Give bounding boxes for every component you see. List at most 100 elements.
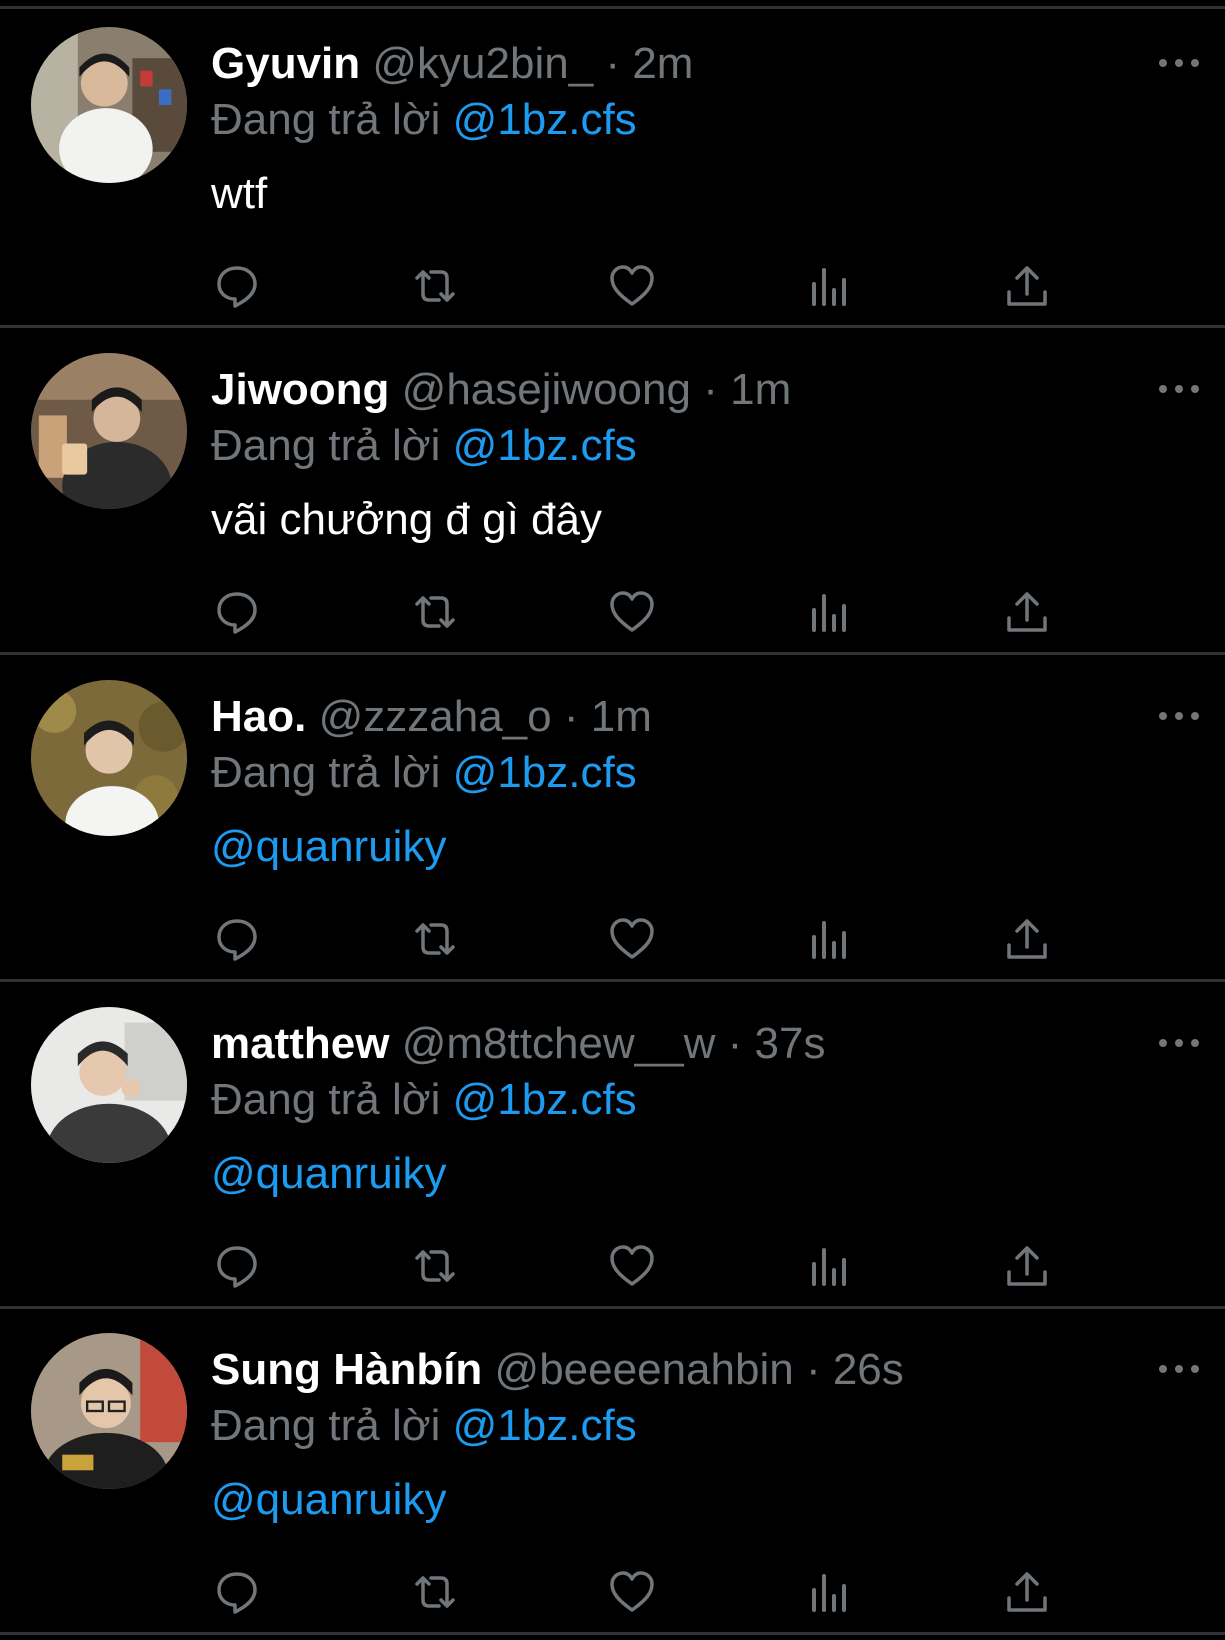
avatar[interactable] xyxy=(31,27,187,183)
timestamp[interactable]: 37s xyxy=(755,1019,826,1068)
tweet-actions xyxy=(0,909,1225,969)
views-button[interactable] xyxy=(800,909,860,969)
replying-to-mention[interactable]: @1bz.cfs xyxy=(453,1075,637,1124)
replying-to-mention[interactable]: @1bz.cfs xyxy=(453,1401,637,1450)
retweet-button[interactable] xyxy=(405,1236,465,1296)
like-icon xyxy=(610,1571,654,1612)
reply-feed: Gyuvin @kyu2bin_ · 2m Đang trả lời @1bz.… xyxy=(0,0,1225,1636)
share-icon xyxy=(1007,266,1047,306)
tweet-text-mention[interactable]: @quanruiky xyxy=(211,1474,446,1526)
views-button[interactable] xyxy=(800,582,860,642)
reply-icon xyxy=(217,1246,257,1288)
avatar[interactable] xyxy=(31,1007,187,1163)
views-button[interactable] xyxy=(800,256,860,316)
reply-button[interactable] xyxy=(207,582,267,642)
share-icon xyxy=(1007,1572,1047,1612)
timestamp[interactable]: 1m xyxy=(591,692,652,741)
share-button[interactable] xyxy=(997,582,1057,642)
more-options-button[interactable] xyxy=(1156,1354,1202,1384)
tweet-header: Hao. @zzzaha_o · 1m xyxy=(211,691,652,743)
retweet-icon xyxy=(415,1576,455,1608)
share-button[interactable] xyxy=(997,256,1057,316)
reply-button[interactable] xyxy=(207,256,267,316)
more-options-button[interactable] xyxy=(1156,701,1202,731)
timestamp[interactable]: 1m xyxy=(730,365,791,414)
timestamp[interactable]: 2m xyxy=(632,39,693,88)
retweet-button[interactable] xyxy=(405,1562,465,1622)
reply-button[interactable] xyxy=(207,909,267,969)
share-button[interactable] xyxy=(997,1236,1057,1296)
replying-to-mention[interactable]: @1bz.cfs xyxy=(453,95,637,144)
reply-button[interactable] xyxy=(207,1236,267,1296)
avatar[interactable] xyxy=(31,353,187,509)
divider xyxy=(0,1306,1225,1309)
retweet-button[interactable] xyxy=(405,256,465,316)
avatar-photo xyxy=(31,1007,187,1163)
views-button[interactable] xyxy=(800,1562,860,1622)
like-button[interactable] xyxy=(602,909,662,969)
share-icon xyxy=(1007,919,1047,959)
avatar-photo xyxy=(31,353,187,509)
tweet-text: wtf xyxy=(211,169,268,218)
replying-to: Đang trả lời @1bz.cfs xyxy=(211,1400,637,1452)
divider xyxy=(0,979,1225,982)
user-handle[interactable]: @kyu2bin_ xyxy=(372,39,593,88)
tweet[interactable]: matthew @m8ttchew__w · 37s Đang trả lời … xyxy=(0,988,1225,1314)
replying-to: Đang trả lời @1bz.cfs xyxy=(211,1074,637,1126)
views-icon xyxy=(812,921,846,959)
tweet[interactable]: Gyuvin @kyu2bin_ · 2m Đang trả lời @1bz.… xyxy=(0,8,1225,334)
like-button[interactable] xyxy=(602,256,662,316)
tweet-text-mention[interactable]: @quanruiky xyxy=(211,821,446,873)
tweet-actions xyxy=(0,1236,1225,1296)
like-button[interactable] xyxy=(602,1236,662,1296)
more-options-button[interactable] xyxy=(1156,1028,1202,1058)
views-icon xyxy=(812,268,846,306)
like-button[interactable] xyxy=(602,582,662,642)
tweet-header: Sung Hànbín @beeeenahbin · 26s xyxy=(211,1344,904,1396)
separator: · xyxy=(805,1345,821,1394)
views-button[interactable] xyxy=(800,1236,860,1296)
reply-button[interactable] xyxy=(207,1562,267,1622)
replying-to-label: Đang trả lời xyxy=(211,95,441,144)
divider xyxy=(0,325,1225,328)
more-icon xyxy=(1159,712,1199,720)
more-icon xyxy=(1159,385,1199,393)
more-options-button[interactable] xyxy=(1156,48,1202,78)
share-button[interactable] xyxy=(997,1562,1057,1622)
tweet[interactable]: Hao. @zzzaha_o · 1m Đang trả lời @1bz.cf… xyxy=(0,661,1225,987)
tweet-header: matthew @m8ttchew__w · 37s xyxy=(211,1018,825,1070)
replying-to-mention[interactable]: @1bz.cfs xyxy=(453,748,637,797)
reply-icon xyxy=(217,592,257,634)
separator: · xyxy=(703,365,718,414)
views-icon xyxy=(812,1574,846,1612)
user-handle[interactable]: @m8ttchew__w xyxy=(402,1019,716,1068)
display-name[interactable]: matthew xyxy=(211,1019,389,1068)
tweet[interactable]: Sung Hànbín @beeeenahbin · 26s Đang trả … xyxy=(0,1314,1225,1640)
avatar[interactable] xyxy=(31,680,187,836)
timestamp[interactable]: 26s xyxy=(833,1345,904,1394)
avatar-photo xyxy=(31,1333,187,1489)
replying-to-label: Đang trả lời xyxy=(211,1075,441,1124)
tweet[interactable]: Jiwoong @hasejiwoong · 1m Đang trả lời @… xyxy=(0,334,1225,660)
replying-to: Đang trả lời @1bz.cfs xyxy=(211,420,637,472)
avatar-photo xyxy=(31,680,187,836)
display-name[interactable]: Jiwoong xyxy=(211,365,389,414)
tweet-text-mention[interactable]: @quanruiky xyxy=(211,1148,446,1200)
share-icon xyxy=(1007,592,1047,632)
display-name[interactable]: Hao. xyxy=(211,692,306,741)
share-button[interactable] xyxy=(997,909,1057,969)
user-handle[interactable]: @zzzaha_o xyxy=(319,692,552,741)
display-name[interactable]: Gyuvin xyxy=(211,39,360,88)
user-handle[interactable]: @beeeenahbin xyxy=(495,1345,794,1394)
separator: · xyxy=(727,1019,743,1068)
retweet-button[interactable] xyxy=(405,582,465,642)
more-options-button[interactable] xyxy=(1156,374,1202,404)
like-button[interactable] xyxy=(602,1562,662,1622)
replying-to-mention[interactable]: @1bz.cfs xyxy=(453,421,637,470)
avatar[interactable] xyxy=(31,1333,187,1489)
display-name[interactable]: Sung Hànbín xyxy=(211,1345,482,1394)
replying-to-label: Đang trả lời xyxy=(211,421,441,470)
user-handle[interactable]: @hasejiwoong xyxy=(402,365,691,414)
divider xyxy=(0,652,1225,655)
retweet-button[interactable] xyxy=(405,909,465,969)
